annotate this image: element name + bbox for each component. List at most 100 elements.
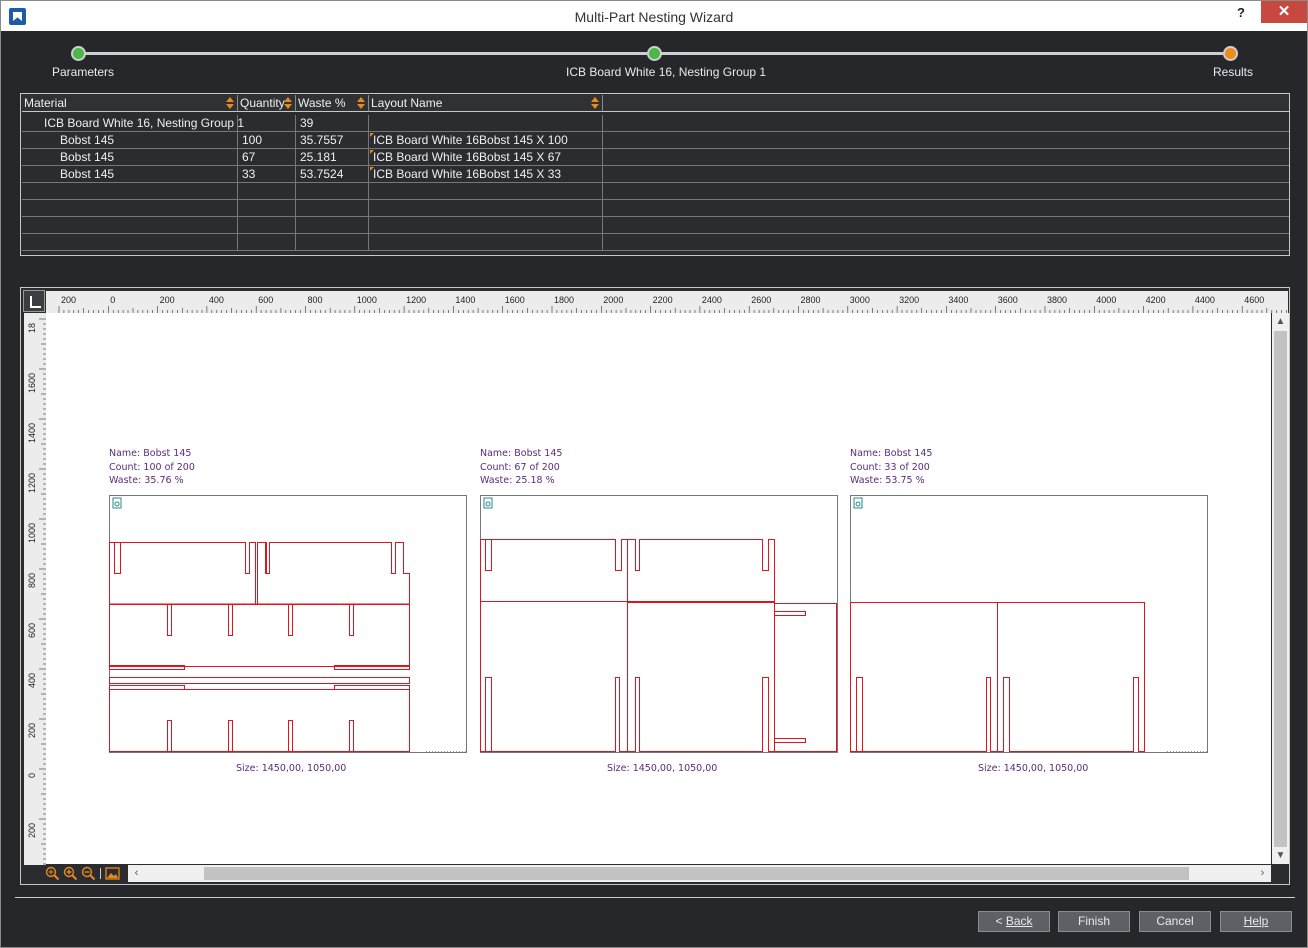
- horizontal-ruler[interactable]: 200 0 200 400 600 800 1000 1200 1400 1600 1800 2000…: [46, 291, 1304, 313]
- column-header-layout-name[interactable]: Layout Name: [369, 95, 603, 112]
- column-header-material[interactable]: Material: [22, 95, 238, 112]
- vertical-scrollbar[interactable]: ▲ ▼: [1272, 313, 1289, 864]
- layout-name-text: ICB Board White 16Bobst 145 X 33: [373, 167, 562, 181]
- table-row[interactable]: Bobst 145 33 53.7524 ICB Board White 16B…: [22, 166, 1289, 183]
- ruler-label: 0: [110, 295, 115, 305]
- ruler-label: 3600: [998, 295, 1018, 305]
- step-parameters-label[interactable]: Parameters: [52, 65, 114, 79]
- sort-icon[interactable]: [356, 97, 366, 109]
- export-image-icon[interactable]: [105, 866, 120, 881]
- footer-separator: [15, 897, 1295, 898]
- ruler-label: 1200: [406, 295, 426, 305]
- cell-layout-name[interactable]: ICB Board White 16Bobst 145 X 33: [369, 166, 603, 183]
- column-header-label: Quantity: [240, 96, 285, 110]
- column-header-quantity[interactable]: Quantity: [238, 95, 296, 112]
- horizontal-scroll-thumb[interactable]: [204, 867, 1189, 880]
- sheet-layout-3[interactable]: [850, 495, 1208, 753]
- finish-button[interactable]: Finish: [1058, 911, 1130, 932]
- empty-row: [22, 200, 1289, 217]
- layout-flag-icon: [370, 150, 374, 154]
- empty-cell: [238, 234, 296, 251]
- vertical-ruler-graphic: 1816001400120010008006004002000200400: [27, 318, 46, 888]
- help-button[interactable]: Help: [1220, 911, 1292, 932]
- close-button[interactable]: ✕: [1261, 1, 1307, 23]
- table-row-group[interactable]: ICB Board White 16, Nesting Group 1 39: [22, 115, 1289, 132]
- vertical-ruler[interactable]: 1816001400120010008006004002000200400: [24, 313, 46, 888]
- ruler-label: 1600: [505, 295, 525, 305]
- ruler-label: 2600: [751, 295, 771, 305]
- empty-cell: [296, 183, 369, 200]
- zoom-fit-icon[interactable]: [45, 866, 60, 881]
- empty-cell: [369, 234, 603, 251]
- ruler-label: 4600: [1244, 295, 1264, 305]
- table-row[interactable]: Bobst 145 67 25.181 ICB Board White 16Bo…: [22, 149, 1289, 166]
- empty-cell: [238, 183, 296, 200]
- sort-icon[interactable]: [283, 97, 293, 109]
- ruler-label: 4000: [1096, 295, 1116, 305]
- horizontal-ruler-graphic: 200 0 200 400 600 800 1000 1200 1400 1600 1800 2000…: [58, 295, 1304, 313]
- empty-row: [22, 217, 1289, 234]
- empty-cell: [22, 183, 238, 200]
- cell-material: Bobst 145: [22, 132, 238, 149]
- sort-icon[interactable]: [225, 97, 235, 109]
- ruler-label: 200: [61, 295, 76, 305]
- ruler-label: 800: [308, 295, 323, 305]
- scroll-right-icon[interactable]: ›: [1254, 865, 1271, 882]
- empty-cell: [369, 200, 603, 217]
- scroll-down-icon[interactable]: ▼: [1272, 847, 1289, 864]
- help-question-icon[interactable]: ?: [1237, 5, 1245, 20]
- step-connector: [661, 52, 1223, 55]
- ruler-label: 1400: [455, 295, 475, 305]
- zoom-out-icon[interactable]: [81, 866, 96, 881]
- horizontal-scrollbar[interactable]: ‹ ›: [128, 865, 1271, 882]
- step-results-label[interactable]: Results: [1213, 65, 1253, 79]
- sheet-layout-2[interactable]: [480, 495, 838, 753]
- ruler-label: 2400: [702, 295, 722, 305]
- table-row[interactable]: Bobst 145 100 35.7557 ICB Board White 16…: [22, 132, 1289, 149]
- back-button[interactable]: < Back: [978, 911, 1050, 932]
- empty-cell: [22, 234, 238, 251]
- ruler-label: 1600: [27, 373, 37, 393]
- layout-name-text: ICB Board White 16Bobst 145 X 100: [373, 133, 568, 147]
- sheet-layout-1[interactable]: [109, 495, 467, 753]
- scroll-left-icon[interactable]: ‹: [128, 865, 145, 882]
- column-header-waste[interactable]: Waste %: [296, 95, 369, 112]
- cancel-button[interactable]: Cancel: [1139, 911, 1211, 932]
- cell-waste: 53.7524: [296, 166, 369, 183]
- zoom-in-icon[interactable]: [63, 866, 78, 881]
- step-connector: [85, 52, 647, 55]
- empty-cell: [369, 217, 603, 234]
- step-parameters-indicator[interactable]: [71, 46, 86, 61]
- ruler-label: 18: [27, 323, 37, 333]
- step-results-indicator[interactable]: [1223, 46, 1238, 61]
- scroll-up-icon[interactable]: ▲: [1272, 313, 1289, 330]
- empty-row: [22, 183, 1289, 200]
- ruler-label: 400: [209, 295, 224, 305]
- cell-quantity: 100: [238, 132, 296, 149]
- cell-layout-name[interactable]: ICB Board White 16Bobst 145 X 67: [369, 149, 603, 166]
- vertical-scroll-thumb[interactable]: [1274, 331, 1287, 847]
- nesting-wizard-window: Multi-Part Nesting Wizard ? ✕ Parameters…: [0, 0, 1308, 948]
- ruler-label: 200: [27, 823, 37, 838]
- step-material-label[interactable]: ICB Board White 16, Nesting Group 1: [566, 65, 766, 79]
- nesting-drawing-canvas[interactable]: Name: Bobst 145 Count: 100 of 200 Waste:…: [46, 313, 1271, 864]
- sort-icon[interactable]: [590, 97, 600, 109]
- toolbar-divider: [100, 868, 101, 879]
- empty-cell: [238, 217, 296, 234]
- step-material-indicator[interactable]: [647, 46, 662, 61]
- column-header-label: Material: [24, 96, 67, 110]
- empty-cell: [22, 217, 238, 234]
- ruler-label: 3200: [899, 295, 919, 305]
- ruler-label: 200: [27, 723, 37, 738]
- layout-size-text-1: Size: 1450,00, 1050,00: [236, 763, 347, 774]
- cell-layout-name[interactable]: ICB Board White 16Bobst 145 X 100: [369, 132, 603, 149]
- cell-waste: 39: [296, 115, 369, 132]
- ruler-label: 3400: [948, 295, 968, 305]
- ruler-label: 400: [27, 673, 37, 688]
- cell-material: Bobst 145: [22, 149, 238, 166]
- ruler-label: 200: [160, 295, 175, 305]
- help-label: Help: [1243, 914, 1269, 928]
- layout-flag-icon: [370, 133, 374, 137]
- ruler-origin-corner-icon[interactable]: [23, 290, 45, 312]
- back-label: Back: [1005, 914, 1033, 928]
